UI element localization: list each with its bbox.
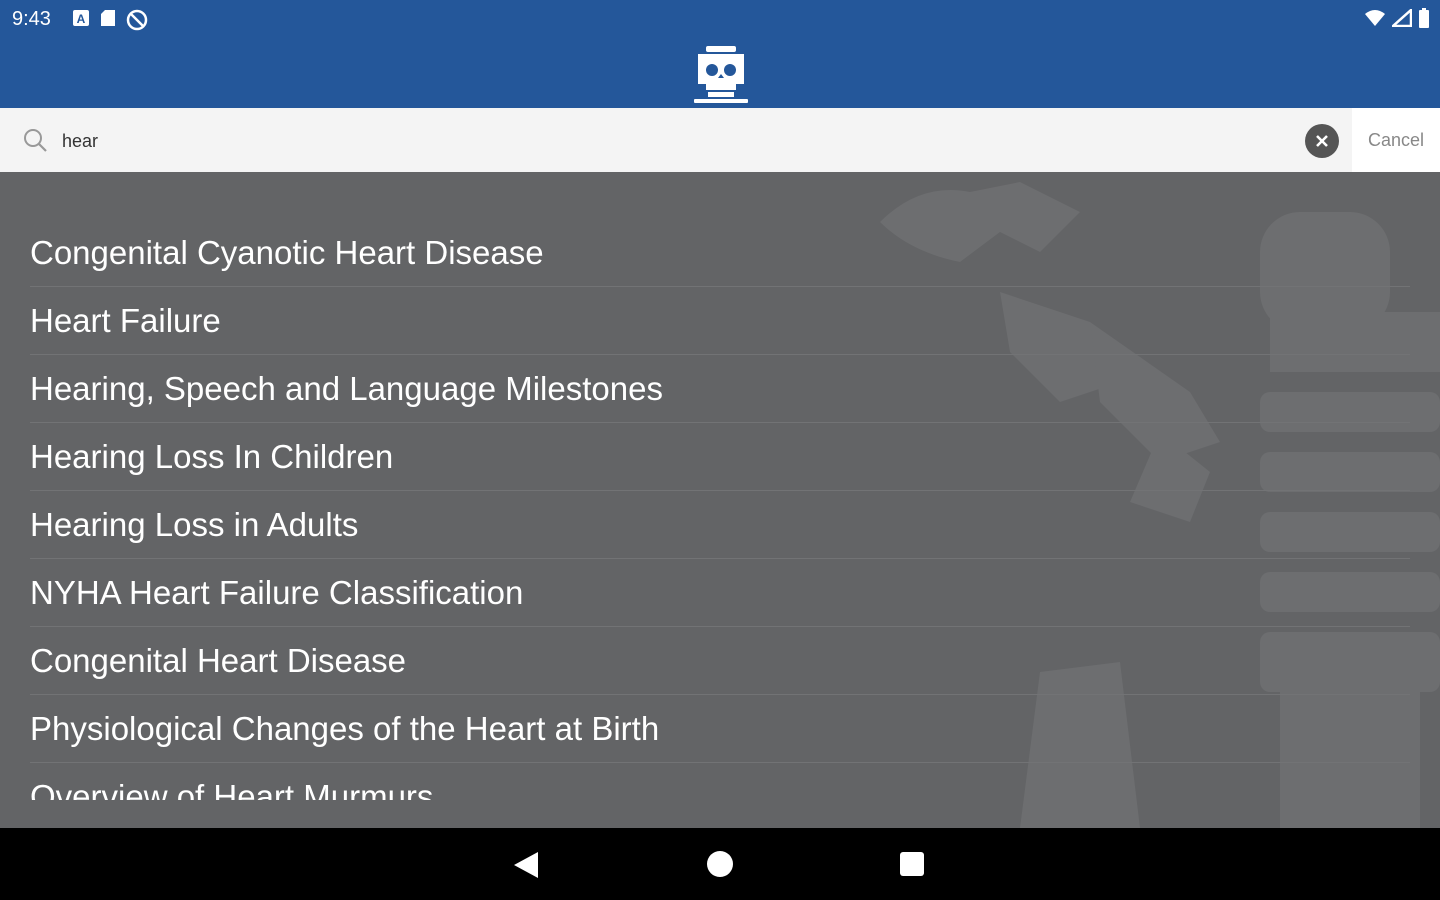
search-input[interactable]: [60, 124, 1264, 158]
status-left-icons: A: [72, 9, 148, 31]
battery-icon: [1419, 8, 1429, 28]
search-bar: [0, 108, 1440, 173]
status-right-icons: [1364, 8, 1430, 28]
close-icon: [1316, 135, 1328, 147]
list-item[interactable]: NYHA Heart Failure Classification: [30, 560, 1410, 627]
a-notification-icon: A: [73, 10, 89, 26]
sd-card-icon: [101, 10, 115, 26]
list-item[interactable]: Congenital Cyanotic Heart Disease: [30, 220, 1410, 287]
sync-off-icon: [126, 9, 148, 31]
list-item[interactable]: Congenital Heart Disease: [30, 628, 1410, 695]
list-item[interactable]: Heart Failure: [30, 288, 1410, 355]
cancel-button[interactable]: Cancel: [1352, 108, 1440, 172]
status-time: 9:43: [12, 8, 51, 30]
list-item[interactable]: Physiological Changes of the Heart at Bi…: [30, 696, 1410, 763]
skull-logo-icon: [694, 46, 748, 103]
list-item[interactable]: Hearing Loss in Adults: [30, 492, 1410, 559]
result-list: Congenital Cyanotic Heart Disease Heart …: [30, 220, 1410, 800]
back-icon[interactable]: [512, 850, 540, 880]
app-bar: 9:43 A: [0, 0, 1440, 108]
signal-icon: [1392, 9, 1412, 27]
svg-text:A: A: [77, 12, 86, 26]
results-panel: Congenital Cyanotic Heart Disease Heart …: [0, 172, 1440, 828]
recents-icon[interactable]: [900, 852, 924, 876]
home-icon[interactable]: [707, 851, 733, 877]
clear-search-button[interactable]: [1305, 124, 1339, 158]
list-item[interactable]: Hearing, Speech and Language Milestones: [30, 356, 1410, 423]
wifi-icon: [1365, 10, 1385, 26]
list-item[interactable]: Overview of Heart Murmurs: [30, 764, 1410, 800]
list-item[interactable]: Hearing Loss In Children: [30, 424, 1410, 491]
search-icon: [24, 129, 47, 152]
